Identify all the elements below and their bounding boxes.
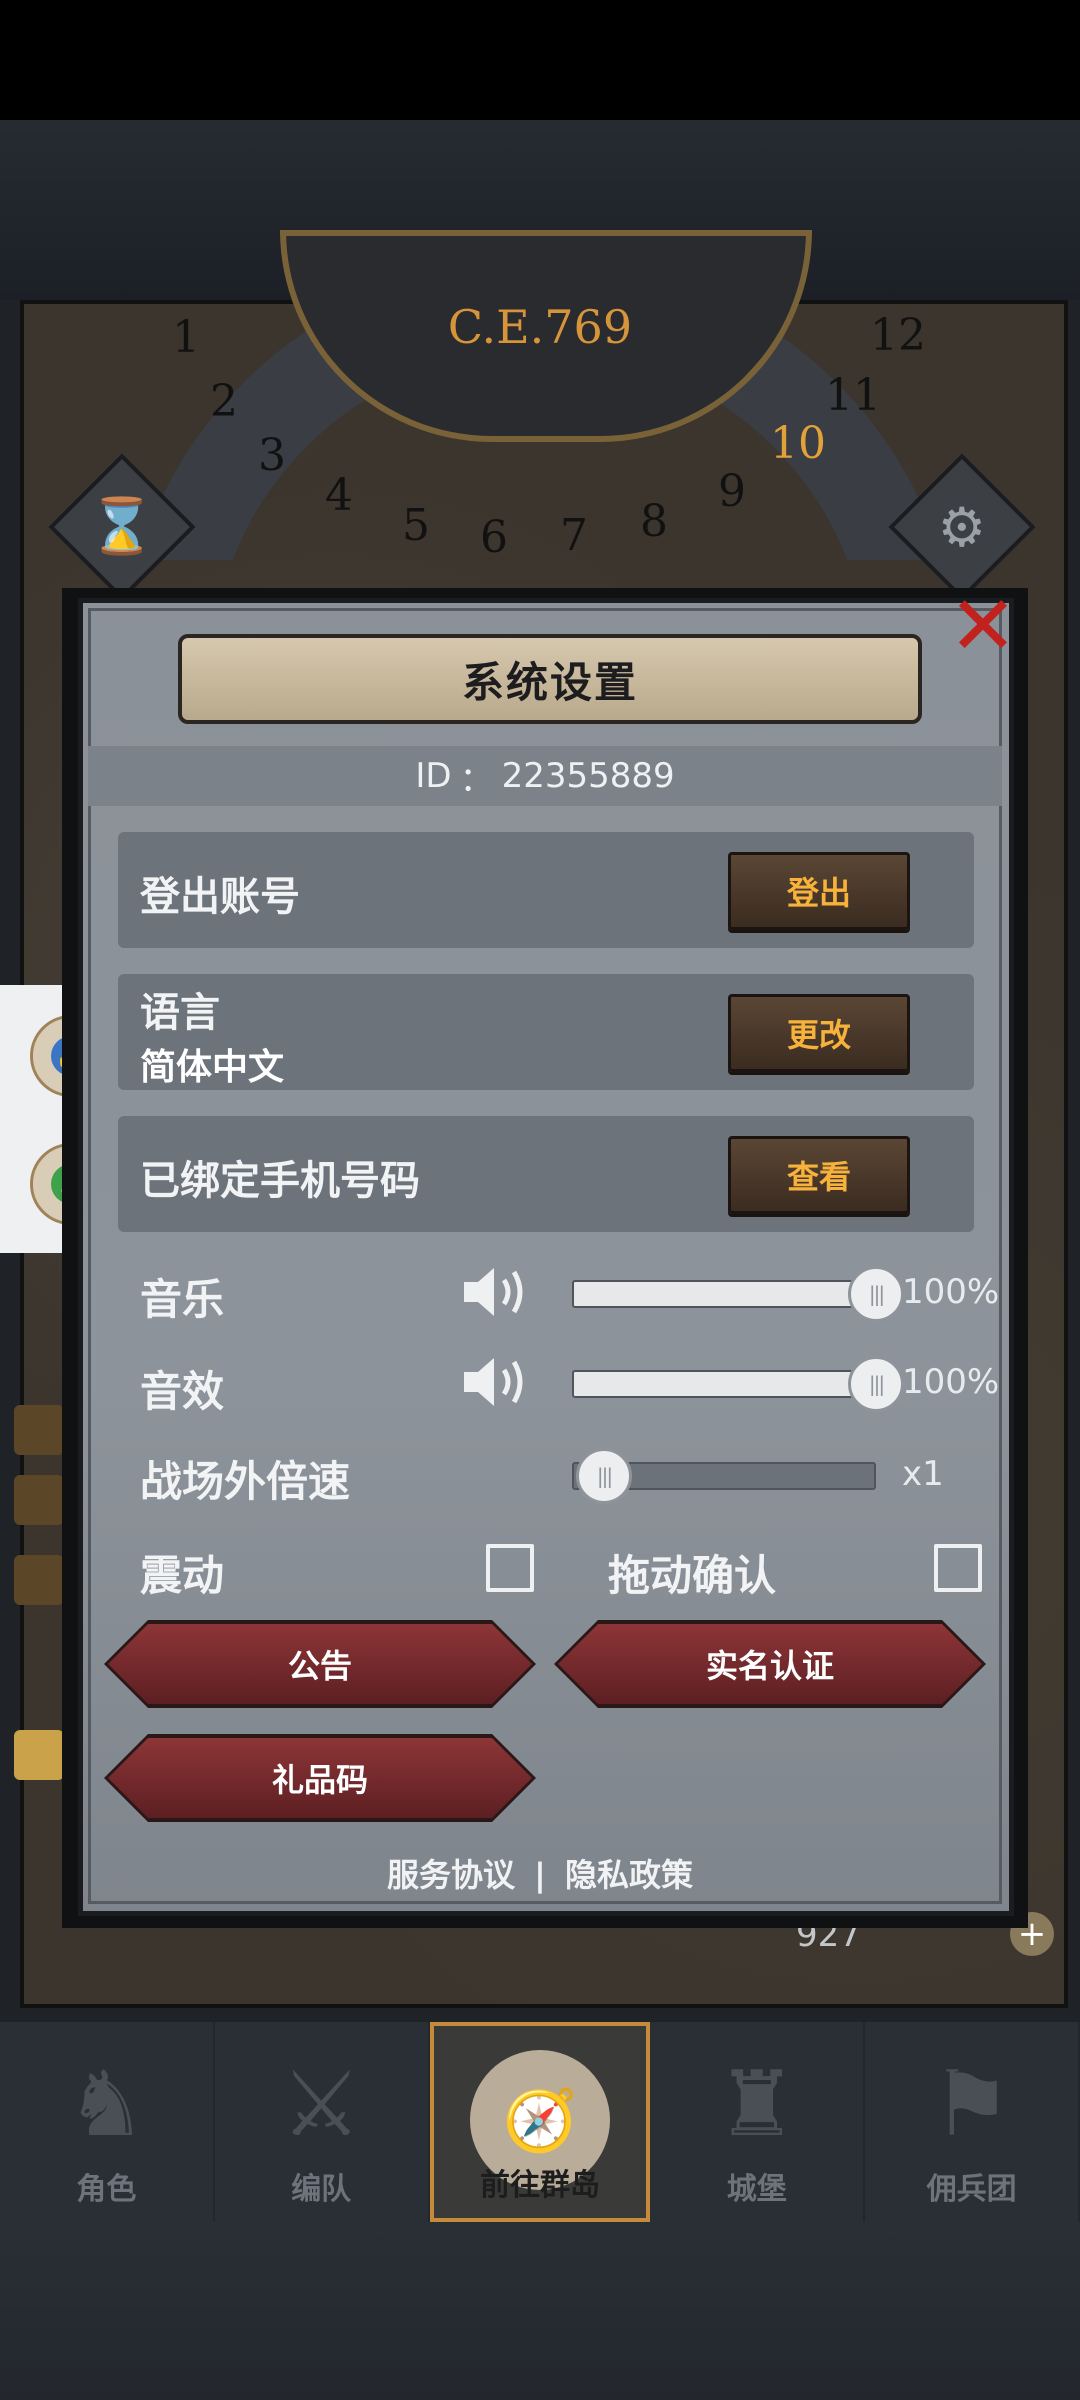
notice-button[interactable]: 公告 [108, 1624, 532, 1704]
service-agreement-link[interactable]: 服务协议 [383, 1856, 519, 1894]
status-bar-area [0, 0, 1080, 120]
tab-character[interactable]: ♞ 角色 [0, 2022, 215, 2222]
sfx-label: 音效 [140, 1367, 225, 1416]
vibration-checkbox[interactable] [486, 1544, 534, 1592]
close-icon[interactable]: ✕ [946, 586, 1020, 668]
mercenary-icon: ⚑ [931, 2052, 1012, 2157]
sfx-value: 100% [902, 1362, 1000, 1402]
music-slider-handle[interactable]: ||| [848, 1266, 904, 1322]
privacy-policy-link[interactable]: 隐私政策 [561, 1856, 697, 1894]
formation-icon: ⚔ [280, 2052, 362, 2157]
tab-label: 角色 [76, 2172, 137, 2207]
badge-icon[interactable] [14, 1555, 64, 1605]
search-icon[interactable] [14, 1730, 64, 1780]
letter-icon[interactable] [14, 1475, 64, 1525]
speed-value: x1 [902, 1454, 944, 1494]
logout-label: 登出账号 [140, 874, 300, 920]
drag-confirm-label: 拖动确认 [608, 1551, 777, 1600]
tab-formation[interactable]: ⚔ 编队 [215, 2022, 430, 2222]
tab-label: 佣兵团 [926, 2172, 1017, 2207]
tab-label: 前往群岛 [479, 2168, 600, 2203]
phone-label: 已绑定手机号码 [140, 1158, 420, 1204]
language-value: 简体中文 [140, 1047, 285, 1088]
speaker-icon[interactable] [460, 1260, 532, 1324]
ring-number: 1 [172, 312, 200, 363]
realname-verify-button[interactable]: 实名认证 [558, 1624, 982, 1704]
music-label: 音乐 [140, 1275, 225, 1324]
id-separator: ： [459, 759, 494, 800]
gift-code-button[interactable]: 礼品码 [108, 1738, 532, 1818]
ring-number: 3 [258, 430, 286, 481]
sfx-slider[interactable] [572, 1370, 876, 1398]
tab-label: 编队 [291, 2172, 352, 2207]
sfx-slider-handle[interactable]: ||| [848, 1356, 904, 1412]
music-value: 100% [902, 1272, 1000, 1312]
hourglass-icon: ⌛ [88, 495, 156, 558]
bottom-nav: ♞ 角色 ⚔ 编队 ⌄ 🧭 前往群岛 ♜ 城堡 ⚑ 佣兵团 [0, 2018, 1080, 2222]
ring-number: 8 [640, 496, 668, 547]
speed-label: 战场外倍速 [140, 1457, 351, 1506]
logout-button[interactable]: 登出 [728, 852, 910, 930]
castle-icon: ♜ [716, 2052, 798, 2157]
id-value: 22355889 [501, 756, 675, 796]
ring-number: 12 [870, 310, 926, 361]
tab-label: 城堡 [726, 2172, 787, 2207]
dialog-title: 系统设置 [461, 657, 638, 707]
drag-confirm-checkbox[interactable] [934, 1544, 982, 1592]
ring-number: 5 [402, 500, 430, 551]
title-plate: 系统设置 [178, 634, 922, 724]
ring-number: 11 [825, 370, 881, 421]
ring-number: 7 [560, 510, 588, 561]
ring-number: 9 [718, 466, 746, 517]
ring-number: 2 [210, 376, 238, 427]
ring-number: 6 [480, 512, 508, 563]
id-label: ID [415, 756, 452, 796]
ring-number: 4 [325, 470, 353, 521]
language-label: 语言 [140, 990, 220, 1036]
footer-separator: | [534, 1856, 546, 1894]
tab-castle[interactable]: ♜ 城堡 [650, 2022, 866, 2222]
ring-number-active: 10 [770, 418, 826, 469]
tab-islands[interactable]: ⌄ 🧭 前往群岛 [429, 2018, 651, 2222]
speaker-icon[interactable] [460, 1350, 532, 1414]
change-language-button[interactable]: 更改 [728, 994, 910, 1072]
gear-icon: ⚙ [937, 495, 987, 559]
bottom-area [0, 2222, 1080, 2400]
music-slider[interactable] [572, 1280, 876, 1308]
tab-mercenary[interactable]: ⚑ 佣兵团 [865, 2022, 1080, 2222]
year-label: C.E.769 [447, 300, 633, 354]
speed-slider-handle[interactable]: ||| [576, 1448, 632, 1504]
scroll-icon[interactable] [14, 1405, 64, 1455]
vibration-label: 震动 [140, 1551, 225, 1600]
knight-icon: ♞ [66, 2052, 147, 2157]
footer-links: 服务协议 | 隐私政策 [0, 1850, 1080, 1896]
view-phone-button[interactable]: 查看 [728, 1136, 910, 1214]
player-id: ID ： 22355889 [88, 746, 1002, 806]
